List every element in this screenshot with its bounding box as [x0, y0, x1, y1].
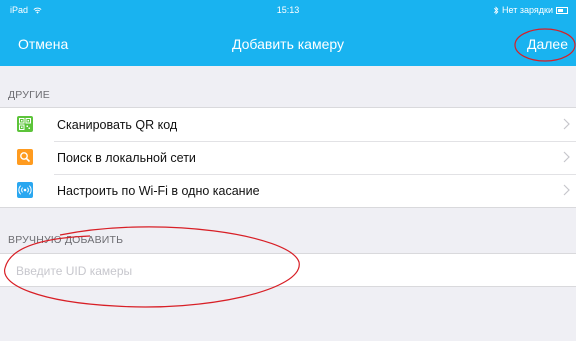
other-options-list: Сканировать QR код Поиск в локальной сет…	[0, 107, 576, 208]
list-item-label: Поиск в локальной сети	[57, 150, 196, 165]
status-bar: iPad 15:13 Нет зарядки	[0, 0, 576, 22]
chevron-right-icon	[563, 184, 570, 196]
uid-field-row	[0, 253, 576, 287]
uid-input[interactable]	[14, 261, 558, 281]
search-icon	[17, 149, 33, 165]
status-right: Нет зарядки	[493, 5, 568, 15]
cancel-button[interactable]: Отмена	[18, 36, 68, 52]
battery-status-text: Нет зарядки	[502, 5, 553, 15]
list-item-wifi-setup[interactable]: Настроить по Wi-Fi в одно касание	[0, 174, 576, 207]
section-header-other: ДРУГИЕ	[8, 89, 50, 101]
list-item-label: Сканировать QR код	[57, 117, 178, 132]
navigation-bar: Отмена Добавить камеру Далее	[0, 22, 576, 66]
list-item-local-search[interactable]: Поиск в локальной сети	[0, 141, 576, 174]
wifi-broadcast-icon	[17, 182, 33, 198]
qr-code-icon	[17, 116, 33, 132]
battery-icon	[556, 6, 568, 14]
next-button[interactable]: Далее	[527, 36, 568, 52]
section-header-manual: ВРУЧНУЮ ДОБАВИТЬ	[8, 234, 124, 246]
list-item-label: Настроить по Wi-Fi в одно касание	[57, 183, 260, 198]
status-time: 15:13	[276, 5, 300, 15]
list-item-scan-qr[interactable]: Сканировать QR код	[0, 108, 576, 141]
chevron-right-icon	[563, 118, 570, 130]
bluetooth-icon	[493, 5, 499, 15]
chevron-right-icon	[563, 151, 570, 163]
page-title: Добавить камеру	[231, 36, 345, 52]
